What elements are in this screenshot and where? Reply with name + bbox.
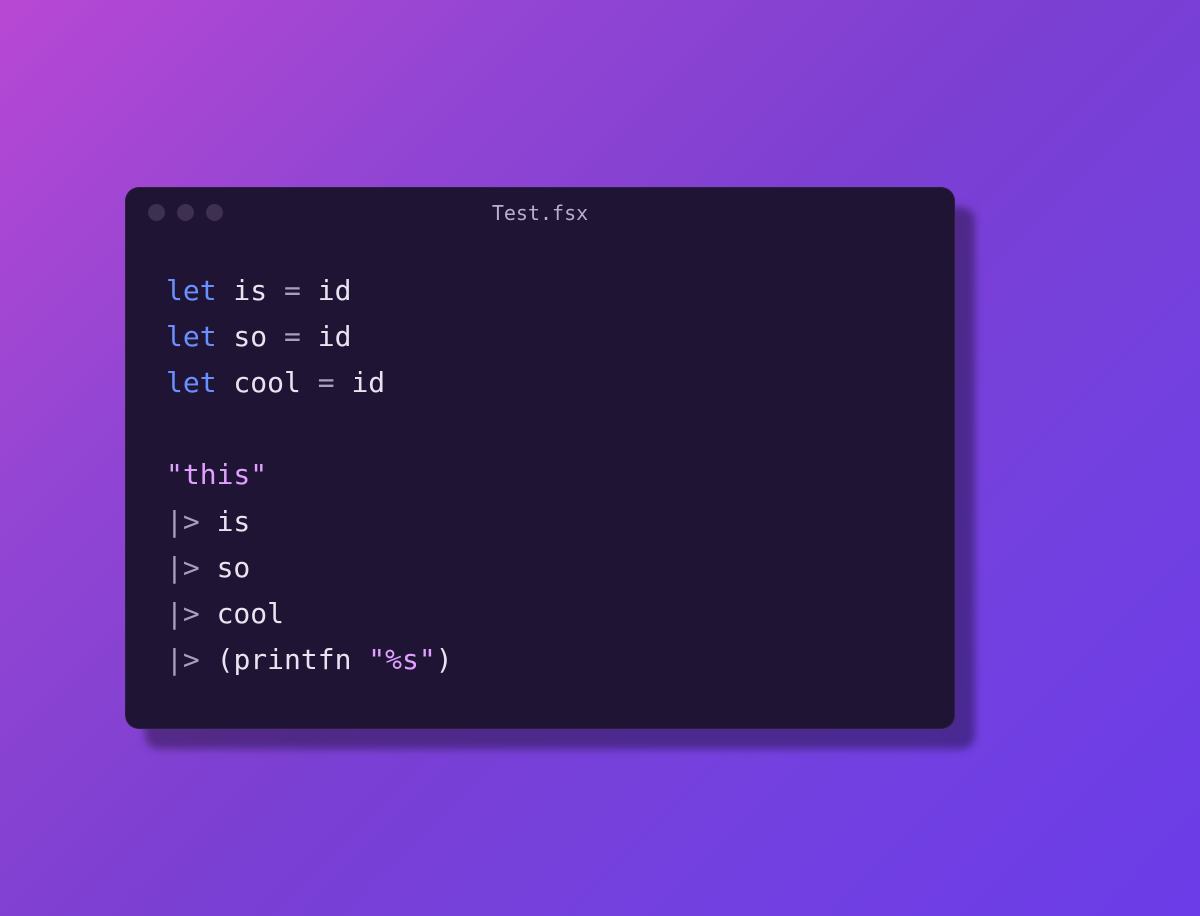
code-line: |> cool: [166, 591, 914, 637]
code-token: |>: [166, 505, 200, 538]
code-line: "this": [166, 452, 914, 498]
code-token: =: [284, 274, 301, 307]
code-token: |>: [166, 643, 200, 676]
code-line: let cool = id: [166, 360, 914, 406]
code-token: ): [436, 643, 453, 676]
code-area[interactable]: let is = idlet so = idlet cool = id "thi…: [126, 238, 954, 729]
close-icon[interactable]: [148, 204, 165, 221]
code-token: cool: [217, 366, 318, 399]
code-token: |>: [166, 597, 200, 630]
maximize-icon[interactable]: [206, 204, 223, 221]
code-token: id: [335, 366, 386, 399]
code-token: =: [318, 366, 335, 399]
code-token: id: [301, 320, 352, 353]
code-token: printfn: [233, 643, 368, 676]
code-token: let: [166, 274, 217, 307]
code-line: |> is: [166, 499, 914, 545]
code-token: let: [166, 320, 217, 353]
code-token: (: [200, 643, 234, 676]
editor-window: Test.fsx let is = idlet so = idlet cool …: [125, 187, 955, 730]
code-token: =: [284, 320, 301, 353]
code-token: "%s": [368, 643, 435, 676]
code-line: |> (printfn "%s"): [166, 637, 914, 683]
code-token: id: [301, 274, 352, 307]
code-token: "this": [166, 458, 267, 491]
code-token: is: [200, 505, 251, 538]
window-title: Test.fsx: [492, 201, 588, 225]
code-line: [166, 406, 914, 452]
code-token: so: [200, 551, 251, 584]
titlebar[interactable]: Test.fsx: [126, 188, 954, 238]
code-line: let so = id: [166, 314, 914, 360]
code-line: |> so: [166, 545, 914, 591]
code-line: let is = id: [166, 268, 914, 314]
code-token: cool: [200, 597, 284, 630]
code-token: so: [217, 320, 284, 353]
code-token: is: [217, 274, 284, 307]
code-token: |>: [166, 551, 200, 584]
minimize-icon[interactable]: [177, 204, 194, 221]
code-token: let: [166, 366, 217, 399]
traffic-lights: [148, 204, 223, 221]
